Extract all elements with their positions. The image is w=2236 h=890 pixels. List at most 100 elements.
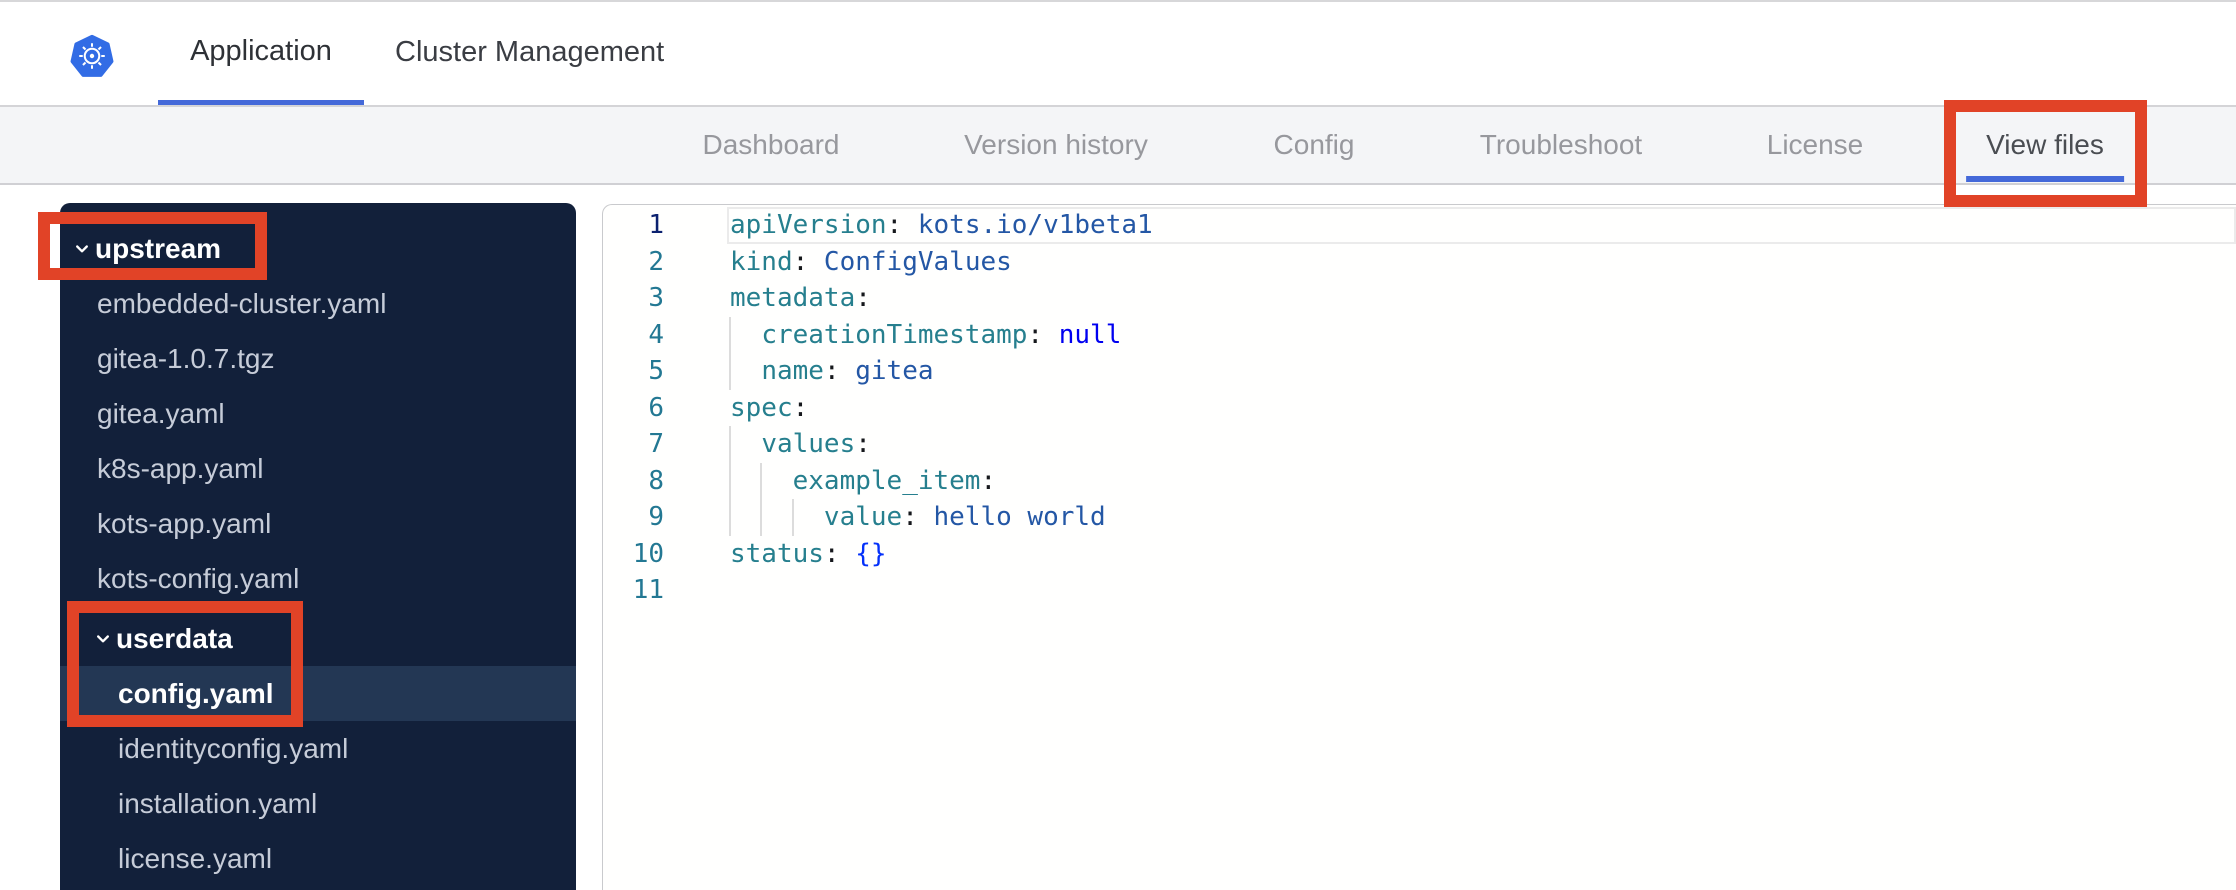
- indent-guide: [729, 462, 731, 499]
- file-label: gitea.yaml: [97, 397, 225, 429]
- indent-guide: [729, 353, 731, 390]
- chevron-down-icon: [76, 244, 88, 252]
- tree-item-gitea-yaml[interactable]: gitea.yaml: [60, 386, 576, 441]
- code-line-7[interactable]: 7 values:: [603, 426, 2236, 463]
- line-number[interactable]: 11: [603, 575, 664, 605]
- app-nav-bar: Dashboard Version history Config Troublesho…: [0, 105, 2236, 185]
- file-label: kots-config.yaml: [97, 562, 300, 594]
- nav-tab-label: Dashboard: [702, 129, 840, 160]
- line-content: creationTimestamp: null: [664, 316, 2236, 353]
- line-number[interactable]: 2: [603, 247, 664, 277]
- line-number[interactable]: 8: [603, 466, 664, 496]
- file-label: embedded-cluster.yaml: [97, 287, 387, 319]
- code-line-9[interactable]: 9 value: hello world: [603, 499, 2236, 536]
- line-content: spec:: [664, 390, 2236, 427]
- nav-tab-config[interactable]: Config: [1254, 107, 1375, 183]
- indent-guide: [729, 499, 731, 536]
- file-label: k8s-app.yaml: [97, 452, 264, 484]
- code-line-8[interactable]: 8 example_item:: [603, 462, 2236, 499]
- tree-item-kots-app-yaml[interactable]: kots-app.yaml: [60, 496, 576, 551]
- tree-item-config-yaml[interactable]: config.yaml: [60, 666, 576, 721]
- indent-guide: [729, 426, 731, 463]
- tree-item-installation-yaml[interactable]: installation.yaml: [60, 776, 576, 831]
- nav-tab-label: View files: [1986, 129, 2104, 160]
- file-tree-panel: upstream embedded-cluster.yaml gitea-1.0.7…: [60, 203, 576, 890]
- file-label: installation.yaml: [118, 787, 318, 819]
- file-label: config.yaml: [118, 677, 274, 709]
- indent-guide: [729, 316, 731, 353]
- line-number[interactable]: 5: [603, 356, 664, 386]
- tree-item-license-yaml[interactable]: license.yaml: [60, 831, 576, 886]
- nav-tab-license[interactable]: License: [1747, 107, 1884, 183]
- code-line-11[interactable]: 11: [603, 572, 2236, 609]
- nav-tab-label: License: [1766, 129, 1864, 160]
- code-line-4[interactable]: 4 creationTimestamp: null: [603, 316, 2236, 353]
- nav-tab-label: Config: [1273, 129, 1355, 160]
- top-tab-label: Cluster Management: [395, 36, 665, 68]
- line-content: status: {}: [664, 536, 2236, 573]
- line-content: value: hello world: [664, 499, 2236, 536]
- line-content: name: gitea: [664, 353, 2236, 390]
- nav-tab-label: Version history: [964, 129, 1148, 160]
- code-text: status: {}: [730, 538, 887, 569]
- code-text: example_item:: [792, 465, 997, 496]
- nav-tab-version-history[interactable]: Version history: [944, 107, 1168, 183]
- code-line-6[interactable]: 6 spec:: [603, 390, 2236, 427]
- line-number[interactable]: 3: [603, 283, 664, 313]
- nav-tab-label: Troubleshoot: [1479, 129, 1643, 160]
- line-number[interactable]: 10: [603, 539, 664, 569]
- code-text: name: gitea: [761, 356, 934, 387]
- code-text: apiVersion: kots.io/v1beta1: [730, 210, 1153, 241]
- line-content: example_item:: [664, 462, 2236, 499]
- code-line-5[interactable]: 5 name: gitea: [603, 353, 2236, 390]
- kots-admin-console: Application Cluster Management Dashboard V…: [0, 0, 2236, 890]
- folder-label: upstream: [95, 232, 222, 264]
- code-text: creationTimestamp: null: [761, 319, 1122, 350]
- tree-item-identityconfig-yaml[interactable]: identityconfig.yaml: [60, 721, 576, 776]
- code-text: kind: ConfigValues: [730, 246, 1012, 277]
- line-content: values:: [664, 426, 2236, 463]
- line-content: kind: ConfigValues: [664, 244, 2236, 281]
- line-content: metadata:: [664, 280, 2236, 317]
- indent-guide: [760, 499, 763, 536]
- code-text: spec:: [730, 392, 809, 423]
- line-number[interactable]: 4: [603, 320, 664, 350]
- nav-tab-troubleshoot[interactable]: Troubleshoot: [1460, 107, 1662, 183]
- chevron-down-icon: [97, 634, 109, 642]
- tree-item-k8s-app-yaml[interactable]: k8s-app.yaml: [60, 441, 576, 496]
- file-label: gitea-1.0.7.tgz: [97, 342, 275, 374]
- top-tab-cluster-management[interactable]: Cluster Management: [395, 2, 664, 105]
- nav-tab-dashboard[interactable]: Dashboard: [683, 107, 860, 183]
- code-text: value: hello world: [823, 502, 1106, 533]
- folder-label: userdata: [116, 622, 233, 654]
- top-tab-bar: Application Cluster Management: [158, 2, 664, 105]
- line-number[interactable]: 7: [603, 429, 664, 459]
- tree-item-userdata[interactable]: userdata: [60, 611, 576, 666]
- code-editor[interactable]: 1 apiVersion: kots.io/v1beta1 2 kind: Confi…: [602, 204, 2236, 890]
- indent-guide: [760, 462, 763, 499]
- file-label: license.yaml: [118, 842, 273, 874]
- code-line-2[interactable]: 2 kind: ConfigValues: [603, 244, 2236, 281]
- indent-guide: [791, 499, 794, 536]
- line-content: [664, 572, 2236, 609]
- line-content: apiVersion: kots.io/v1beta1: [664, 207, 2236, 244]
- code-line-3[interactable]: 3 metadata:: [603, 280, 2236, 317]
- tree-item-gitea-1-0-7-tgz[interactable]: gitea-1.0.7.tgz: [60, 331, 576, 386]
- top-tab-label: Application: [190, 34, 332, 67]
- file-label: kots-app.yaml: [97, 507, 272, 539]
- code-line-10[interactable]: 10 status: {}: [603, 536, 2236, 573]
- top-tab-application[interactable]: Application: [158, 2, 364, 105]
- tree-item-upstream[interactable]: upstream: [60, 221, 576, 276]
- file-label: identityconfig.yaml: [118, 732, 349, 764]
- nav-tab-view-files[interactable]: View files: [1966, 107, 2124, 183]
- code-text: metadata:: [730, 283, 871, 314]
- code-text: values:: [761, 429, 871, 460]
- line-number[interactable]: 9: [603, 502, 664, 532]
- top-bar: Application Cluster Management: [0, 2, 2236, 105]
- code-line-1[interactable]: 1 apiVersion: kots.io/v1beta1: [603, 207, 2236, 244]
- line-number[interactable]: 6: [603, 393, 664, 423]
- line-number[interactable]: 1: [603, 210, 664, 240]
- tree-item-kots-config-yaml[interactable]: kots-config.yaml: [60, 551, 576, 606]
- kubernetes-logo-icon[interactable]: [70, 33, 114, 79]
- tree-item-embedded-cluster-yaml[interactable]: embedded-cluster.yaml: [60, 276, 576, 331]
